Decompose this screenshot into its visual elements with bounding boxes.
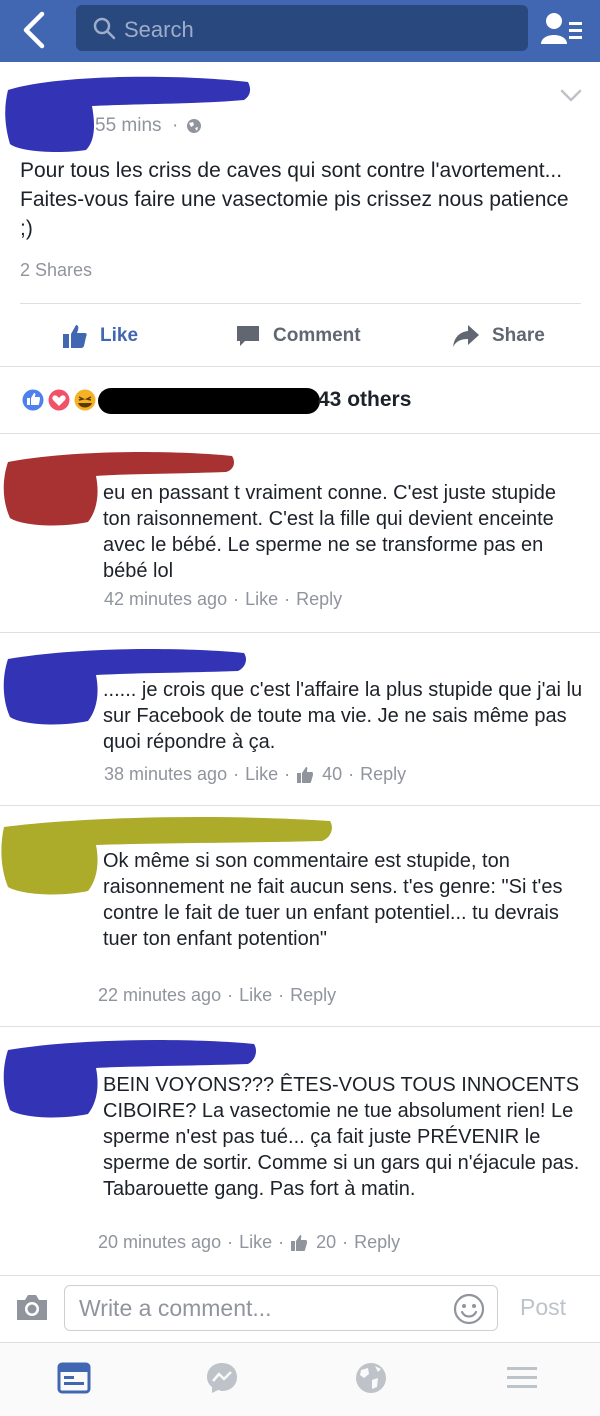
divider <box>0 366 600 367</box>
redacted-reactors <box>98 388 320 414</box>
comment-input[interactable]: Write a comment... <box>64 1285 498 1331</box>
comment-3-text: Ok même si son commentaire est stupide, … <box>103 850 563 950</box>
comment-4-like-link[interactable]: Like <box>239 1232 272 1253</box>
globe-icon <box>187 119 201 133</box>
divider <box>0 433 600 434</box>
comment-3-reply-link[interactable]: Reply <box>290 985 336 1006</box>
friend-requests-button[interactable] <box>540 10 584 50</box>
search-icon <box>93 17 116 40</box>
post-body: Pour tous les criss de caves qui sont co… <box>20 159 569 240</box>
comment-1-text: eu en passant t vraiment conne. C'est ju… <box>103 482 556 582</box>
comment-4-reply-link[interactable]: Reply <box>354 1232 400 1253</box>
comment-2-time: 38 minutes ago <box>104 764 228 784</box>
comment-1-like-link[interactable]: Like <box>245 589 278 610</box>
comment-input-placeholder: Write a comment... <box>79 1295 272 1321</box>
comment-bubble-icon <box>237 326 259 346</box>
news-feed-icon[interactable] <box>57 1361 91 1395</box>
share-button[interactable]: Share <box>452 318 545 354</box>
back-button[interactable] <box>16 10 56 50</box>
camera-icon[interactable] <box>15 1292 49 1322</box>
chevron-left-icon <box>23 11 45 49</box>
post-options-chevron-icon[interactable] <box>560 88 582 104</box>
redacted-author <box>5 76 251 152</box>
comment-4-time: 20 minutes ago <box>98 1232 222 1252</box>
thumbs-up-icon <box>297 766 314 783</box>
comment-3-like-link[interactable]: Like <box>239 985 272 1006</box>
comment-4-likes-count[interactable]: 20 <box>316 1232 336 1253</box>
comment-button[interactable]: Comment <box>235 318 361 354</box>
divider <box>0 805 600 806</box>
comment-3-meta: 22 minutes ago · Like · Reply <box>98 985 337 1006</box>
like-label: Like <box>100 325 139 346</box>
comment-2-text: ...... je crois que c'est l'affaire la p… <box>103 679 583 753</box>
divider <box>20 303 581 304</box>
comment-4-text: BEIN VOYONS??? ÊTES-VOUS TOUS INNOCENTS … <box>103 1074 580 1200</box>
divider <box>0 1275 600 1276</box>
search-input[interactable]: Search <box>76 5 528 51</box>
like-button[interactable]: Like <box>62 318 138 354</box>
reactions-icons[interactable] <box>19 386 99 414</box>
comment-1-reply-link[interactable]: Reply <box>296 589 342 610</box>
reactors-others-link[interactable]: 43 others <box>318 388 411 412</box>
comment-2-reply-link[interactable]: Reply <box>360 764 406 785</box>
thumbs-up-icon <box>291 1234 308 1251</box>
shares-count[interactable]: 2 Shares <box>20 260 92 281</box>
globe-notifications-icon[interactable] <box>354 1361 388 1395</box>
search-placeholder: Search <box>124 17 194 42</box>
share-arrow-icon <box>453 325 479 347</box>
comment-2-meta: 38 minutes ago · Like · 40 · Reply <box>104 764 407 785</box>
comment-2-like-link[interactable]: Like <box>245 764 278 785</box>
comment-2-likes-count[interactable]: 40 <box>322 764 342 785</box>
emoji-icon[interactable] <box>453 1293 485 1325</box>
top-nav-bar: Search <box>0 0 600 62</box>
bottom-tab-bar <box>0 1342 600 1416</box>
post-comment-button[interactable]: Post <box>520 1294 566 1321</box>
dot-separator: · <box>172 115 179 136</box>
thumbs-up-icon <box>63 325 87 348</box>
comment-1-meta: 42 minutes ago · Like · Reply <box>104 589 343 610</box>
comment-label: Comment <box>273 325 361 346</box>
messenger-icon[interactable] <box>205 1361 239 1395</box>
divider <box>0 1026 600 1027</box>
friend-requests-icon <box>541 13 582 44</box>
comment-3-time: 22 minutes ago <box>98 985 222 1005</box>
comment-4-meta: 20 minutes ago · Like · 20 · Reply <box>98 1232 401 1253</box>
share-label: Share <box>492 325 545 346</box>
post-timestamp: 55 mins <box>95 115 162 136</box>
divider <box>0 632 600 633</box>
menu-icon[interactable] <box>505 1361 539 1395</box>
comment-1-time: 42 minutes ago <box>104 589 228 609</box>
